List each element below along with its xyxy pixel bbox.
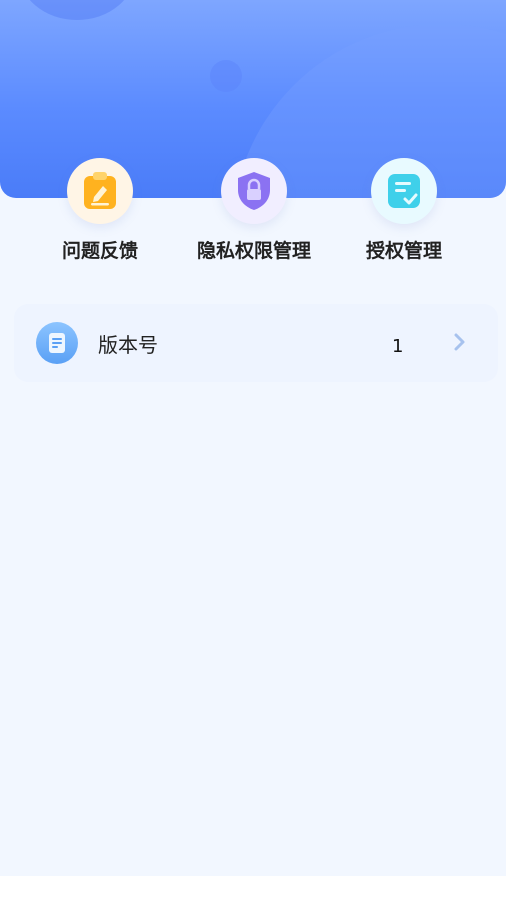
chevron-right-icon xyxy=(454,333,465,351)
feedback-button[interactable]: 问题反馈 xyxy=(20,158,180,263)
quick-actions: 问题反馈 隐私权限管理 授权管理 xyxy=(0,158,506,268)
shield-lock-icon xyxy=(221,158,287,224)
version-row[interactable]: 版本号 1 xyxy=(14,304,498,382)
decor-circle xyxy=(210,60,242,92)
feedback-label: 问题反馈 xyxy=(61,240,138,262)
decor-circle xyxy=(18,0,136,20)
document-icon xyxy=(36,322,78,364)
version-title: 版本号 xyxy=(98,333,158,357)
checklist-icon xyxy=(371,158,437,224)
authorization-label: 授权管理 xyxy=(365,240,442,262)
settings-page: 问题反馈 隐私权限管理 授权管理 版本号 1 xyxy=(0,0,506,876)
privacy-permission-label: 隐私权限管理 xyxy=(196,240,311,262)
privacy-permission-button[interactable]: 隐私权限管理 xyxy=(174,158,334,263)
authorization-button[interactable]: 授权管理 xyxy=(324,158,484,263)
version-value: 1 xyxy=(392,336,404,357)
clipboard-edit-icon xyxy=(67,158,133,224)
